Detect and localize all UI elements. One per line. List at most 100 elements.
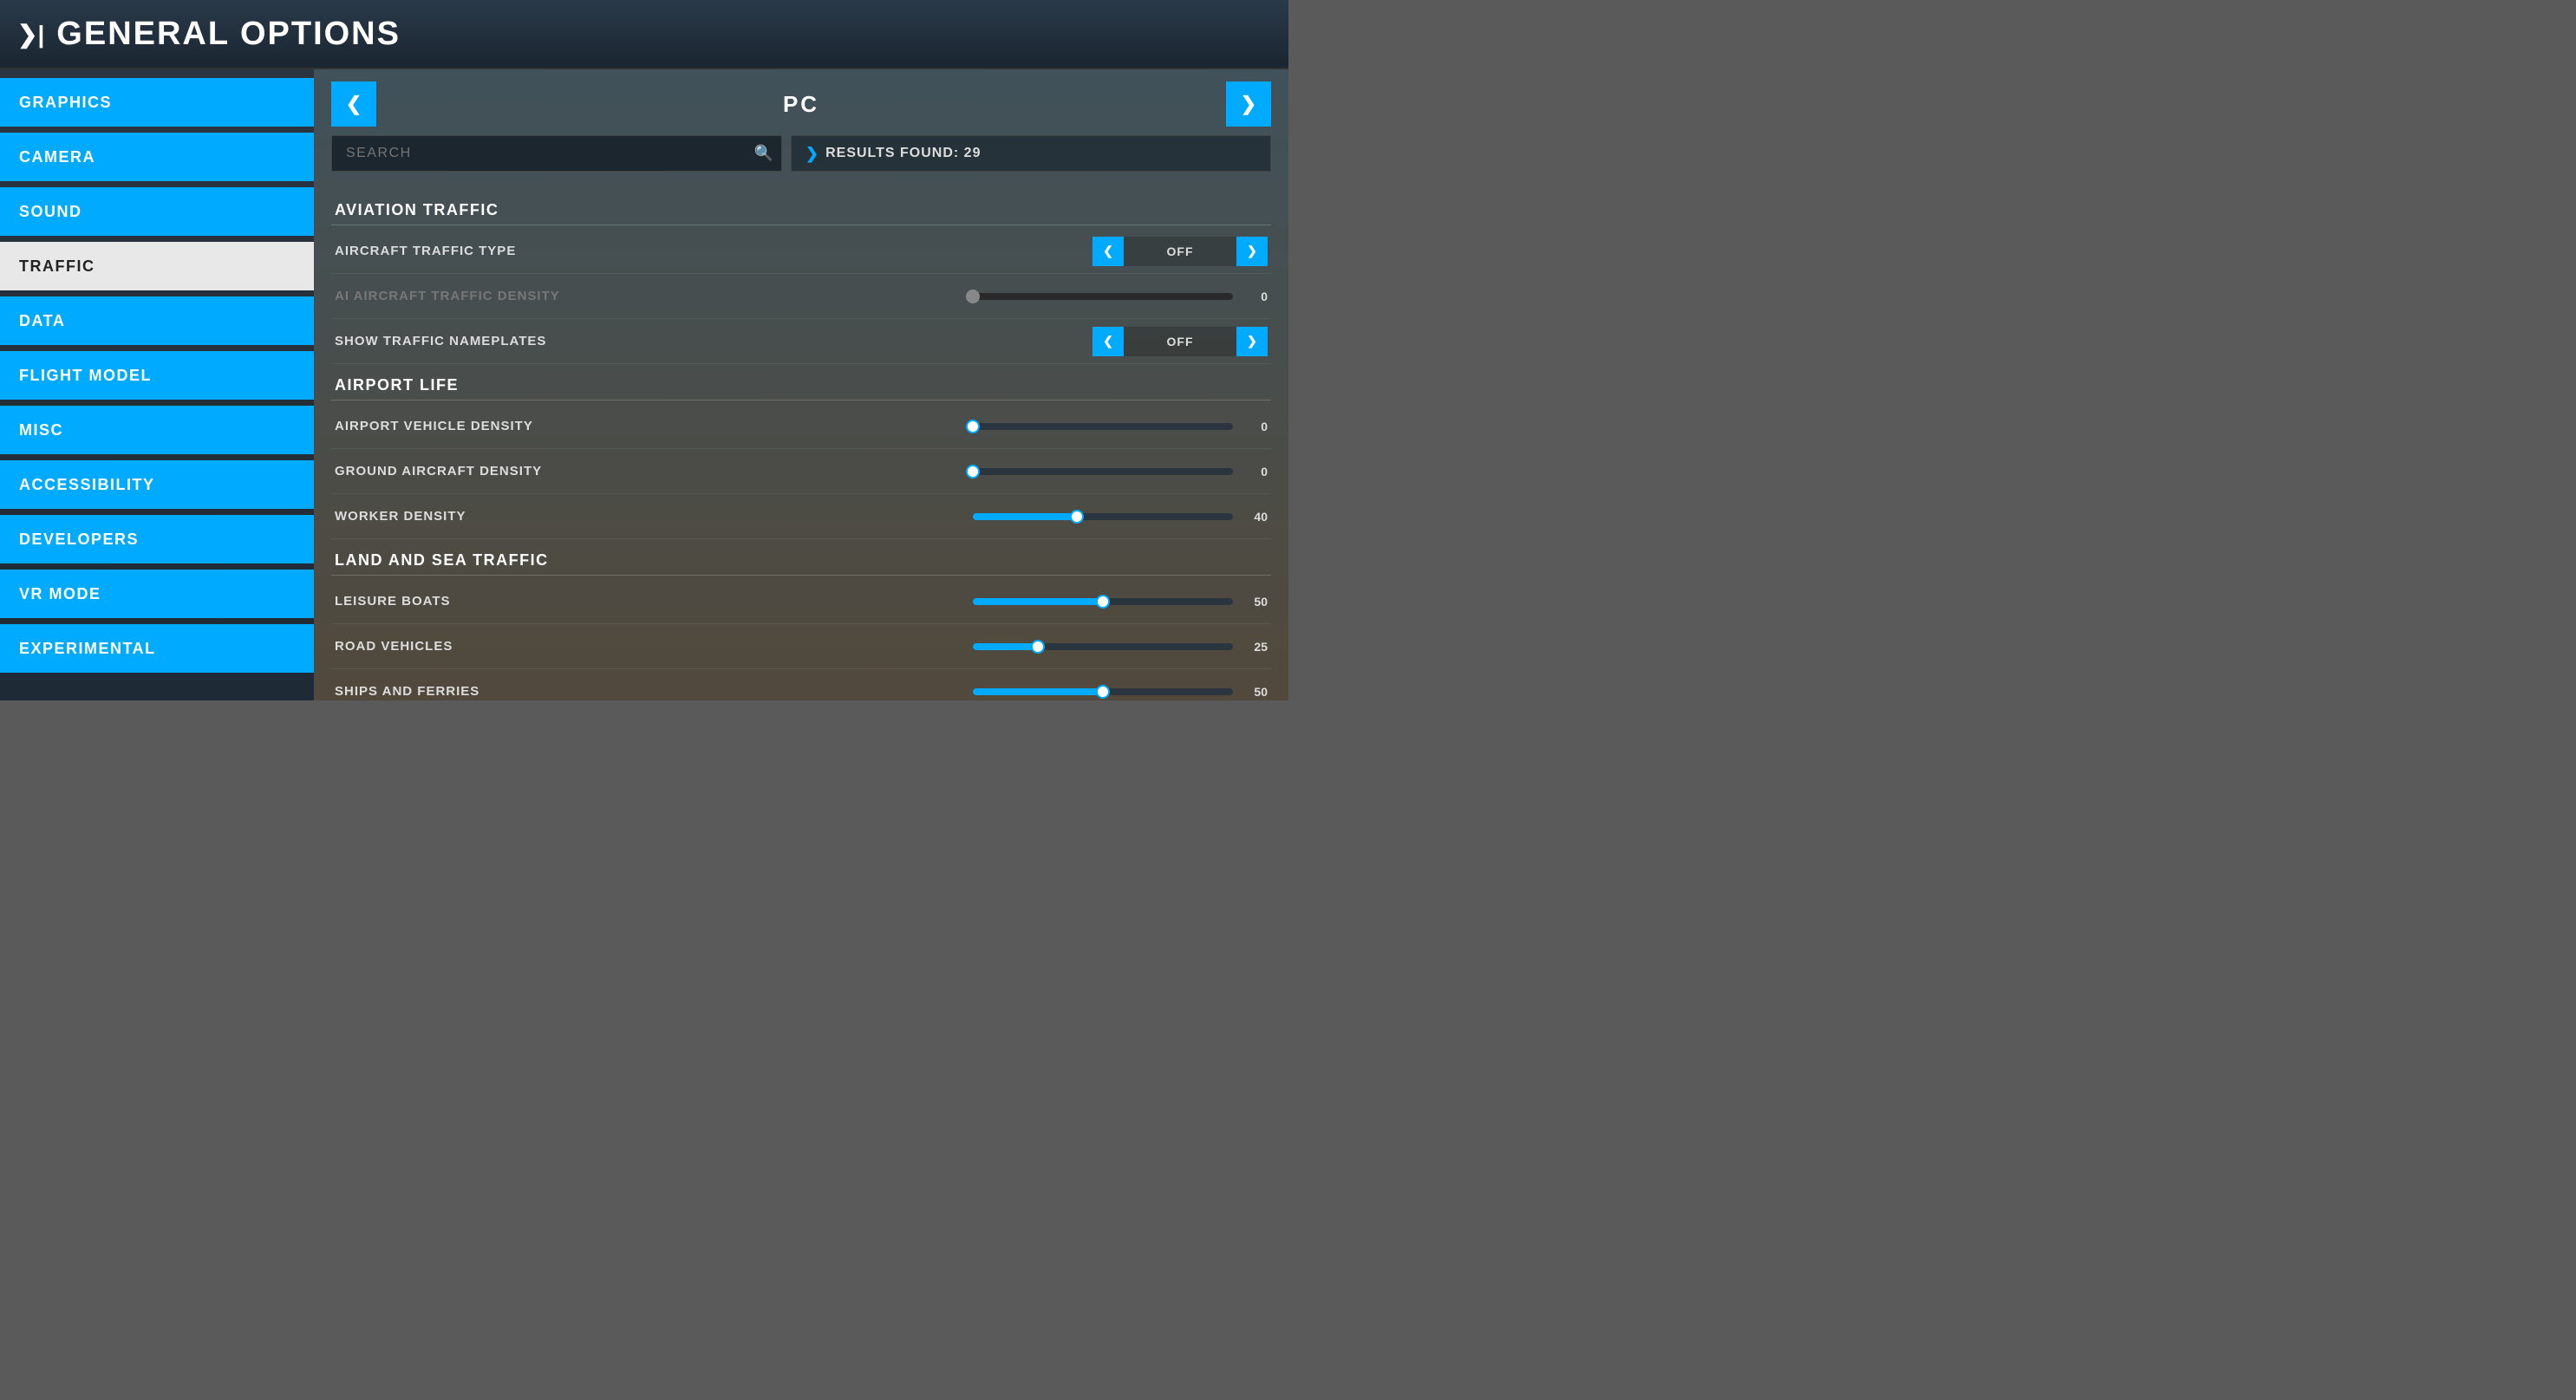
slider-track-ground-aircraft-density (973, 468, 1233, 475)
slider-control-ai-aircraft-traffic-density: 0 (955, 290, 1268, 303)
sidebar-item-accessibility[interactable]: ACCESSIBILITY (0, 460, 314, 509)
search-wrap: 🔍 (331, 135, 782, 172)
settings-list: AVIATION TRAFFIC AIRCRAFT TRAFFIC TYPE❮OF… (314, 180, 1288, 700)
search-input[interactable] (331, 135, 782, 172)
slider-value-ground-aircraft-density: 0 (1242, 465, 1268, 479)
page-title: GENERAL OPTIONS (56, 16, 401, 53)
setting-label-show-traffic-nameplates: SHOW TRAFFIC NAMEPLATES (335, 334, 1077, 348)
setting-label-worker-density: WORKER DENSITY (335, 509, 955, 524)
slider-fill-ships-and-ferries (973, 688, 1103, 695)
platform-bar: ❮ PC ❯ (314, 69, 1288, 127)
slider-thumb-ai-aircraft-traffic-density (966, 290, 980, 303)
sidebar-item-label-accessibility: ACCESSIBILITY (19, 476, 155, 494)
toggle-next-aircraft-traffic-type[interactable]: ❯ (1236, 237, 1268, 266)
slider-thumb-airport-vehicle-density (966, 420, 980, 433)
setting-row-show-traffic-nameplates: SHOW TRAFFIC NAMEPLATES❮OFF❯ (331, 319, 1271, 364)
toggle-value-show-traffic-nameplates: OFF (1124, 327, 1236, 356)
slider-wrap-ground-aircraft-density[interactable] (973, 468, 1233, 475)
setting-label-ground-aircraft-density: GROUND AIRCRAFT DENSITY (335, 464, 955, 479)
setting-row-ai-aircraft-traffic-density: AI AIRCRAFT TRAFFIC DENSITY 0 (331, 274, 1271, 319)
sidebar-item-label-misc: MISC (19, 421, 63, 440)
content-area: ❮ PC ❯ 🔍 ❯ RESULTS FOUND: 29 AVIATION TR… (314, 69, 1288, 700)
sidebar-item-label-experimental: EXPERIMENTAL (19, 640, 156, 658)
header-icon: ❯| (17, 20, 44, 49)
sidebar-item-misc[interactable]: MISC (0, 406, 314, 454)
setting-row-ground-aircraft-density: GROUND AIRCRAFT DENSITY 0 (331, 449, 1271, 494)
setting-label-ships-and-ferries: SHIPS AND FERRIES (335, 684, 955, 699)
slider-control-leisure-boats: 50 (955, 595, 1268, 609)
sidebar-item-traffic[interactable]: TRAFFIC (0, 242, 314, 290)
slider-wrap-worker-density[interactable] (973, 513, 1233, 520)
results-found-label: RESULTS FOUND: 29 (825, 146, 981, 161)
setting-row-aircraft-traffic-type: AIRCRAFT TRAFFIC TYPE❮OFF❯ (331, 229, 1271, 274)
slider-thumb-ground-aircraft-density (966, 465, 980, 479)
setting-label-leisure-boats: LEISURE BOATS (335, 594, 955, 609)
slider-wrap-ships-and-ferries[interactable] (973, 688, 1233, 695)
sidebar-item-experimental[interactable]: EXPERIMENTAL (0, 624, 314, 673)
slider-thumb-worker-density (1070, 510, 1084, 524)
slider-value-ships-and-ferries: 50 (1242, 685, 1268, 699)
slider-value-ai-aircraft-traffic-density: 0 (1242, 290, 1268, 303)
slider-value-worker-density: 40 (1242, 510, 1268, 524)
slider-fill-worker-density (973, 513, 1077, 520)
setting-label-airport-vehicle-density: AIRPORT VEHICLE DENSITY (335, 419, 955, 433)
sidebar-item-label-sound: SOUND (19, 203, 82, 221)
platform-label: PC (376, 91, 1226, 118)
main-layout: GRAPHICS CAMERA SOUND TRAFFIC DATA FLIGHT MOD… (0, 69, 1288, 700)
toggle-value-aircraft-traffic-type: OFF (1124, 237, 1236, 266)
sidebar-item-label-graphics: GRAPHICS (19, 94, 112, 112)
slider-track-airport-vehicle-density (973, 423, 1233, 430)
slider-control-ships-and-ferries: 50 (955, 685, 1268, 699)
search-bar: 🔍 ❯ RESULTS FOUND: 29 (314, 127, 1288, 180)
slider-thumb-leisure-boats (1096, 595, 1110, 609)
slider-wrap-leisure-boats[interactable] (973, 598, 1233, 605)
sidebar-item-graphics[interactable]: GRAPHICS (0, 78, 314, 127)
slider-control-road-vehicles: 25 (955, 640, 1268, 654)
toggle-prev-aircraft-traffic-type[interactable]: ❮ (1092, 237, 1124, 266)
slider-thumb-road-vehicles (1031, 640, 1045, 654)
sidebar-item-flight-model[interactable]: FLIGHT MODEL (0, 351, 314, 400)
sidebar-item-label-developers: DEVELOPERS (19, 531, 139, 549)
results-found: ❯ RESULTS FOUND: 29 (791, 135, 1271, 172)
slider-fill-road-vehicles (973, 643, 1038, 650)
slider-fill-leisure-boats (973, 598, 1103, 605)
sidebar-item-label-vr-mode: VR MODE (19, 585, 101, 603)
slider-track-ai-aircraft-traffic-density (973, 293, 1233, 300)
sidebar-item-label-traffic: TRAFFIC (19, 257, 95, 276)
search-icon: 🔍 (754, 145, 773, 163)
setting-label-ai-aircraft-traffic-density: AI AIRCRAFT TRAFFIC DENSITY (335, 289, 955, 303)
results-arrow-icon: ❯ (805, 145, 818, 163)
slider-control-airport-vehicle-density: 0 (955, 420, 1268, 433)
setting-row-airport-vehicle-density: AIRPORT VEHICLE DENSITY0 (331, 404, 1271, 449)
sidebar-item-sound[interactable]: SOUND (0, 187, 314, 236)
sidebar-item-label-flight-model: FLIGHT MODEL (19, 367, 152, 385)
setting-row-worker-density: WORKER DENSITY 40 (331, 494, 1271, 539)
platform-prev-button[interactable]: ❮ (331, 81, 376, 127)
slider-value-leisure-boats: 50 (1242, 595, 1268, 609)
toggle-control-show-traffic-nameplates: ❮OFF❯ (1077, 327, 1268, 356)
slider-wrap-road-vehicles[interactable] (973, 643, 1233, 650)
toggle-prev-show-traffic-nameplates[interactable]: ❮ (1092, 327, 1124, 356)
setting-row-leisure-boats: LEISURE BOATS 50 (331, 579, 1271, 624)
setting-row-road-vehicles: ROAD VEHICLES 25 (331, 624, 1271, 669)
sidebar-item-camera[interactable]: CAMERA (0, 133, 314, 181)
slider-value-road-vehicles: 25 (1242, 640, 1268, 654)
slider-control-worker-density: 40 (955, 510, 1268, 524)
platform-next-button[interactable]: ❯ (1226, 81, 1271, 127)
setting-label-road-vehicles: ROAD VEHICLES (335, 639, 955, 654)
section-header-land-sea-traffic: LAND AND SEA TRAFFIC (331, 539, 1271, 575)
setting-row-ships-and-ferries: SHIPS AND FERRIES 50 (331, 669, 1271, 700)
slider-wrap-ai-aircraft-traffic-density[interactable] (973, 293, 1233, 300)
slider-thumb-ships-and-ferries (1096, 685, 1110, 699)
slider-wrap-airport-vehicle-density[interactable] (973, 423, 1233, 430)
sidebar-item-developers[interactable]: DEVELOPERS (0, 515, 314, 563)
section-divider-land-sea-traffic (331, 575, 1271, 576)
sidebar-item-label-camera: CAMERA (19, 148, 95, 166)
sidebar-item-vr-mode[interactable]: VR MODE (0, 570, 314, 618)
sidebar-item-label-data: DATA (19, 312, 65, 330)
sidebar-item-data[interactable]: DATA (0, 296, 314, 345)
toggle-next-show-traffic-nameplates[interactable]: ❯ (1236, 327, 1268, 356)
toggle-control-aircraft-traffic-type: ❮OFF❯ (1077, 237, 1268, 266)
header: ❯| GENERAL OPTIONS (0, 0, 1288, 69)
section-header-aviation-traffic: AVIATION TRAFFIC (331, 189, 1271, 225)
